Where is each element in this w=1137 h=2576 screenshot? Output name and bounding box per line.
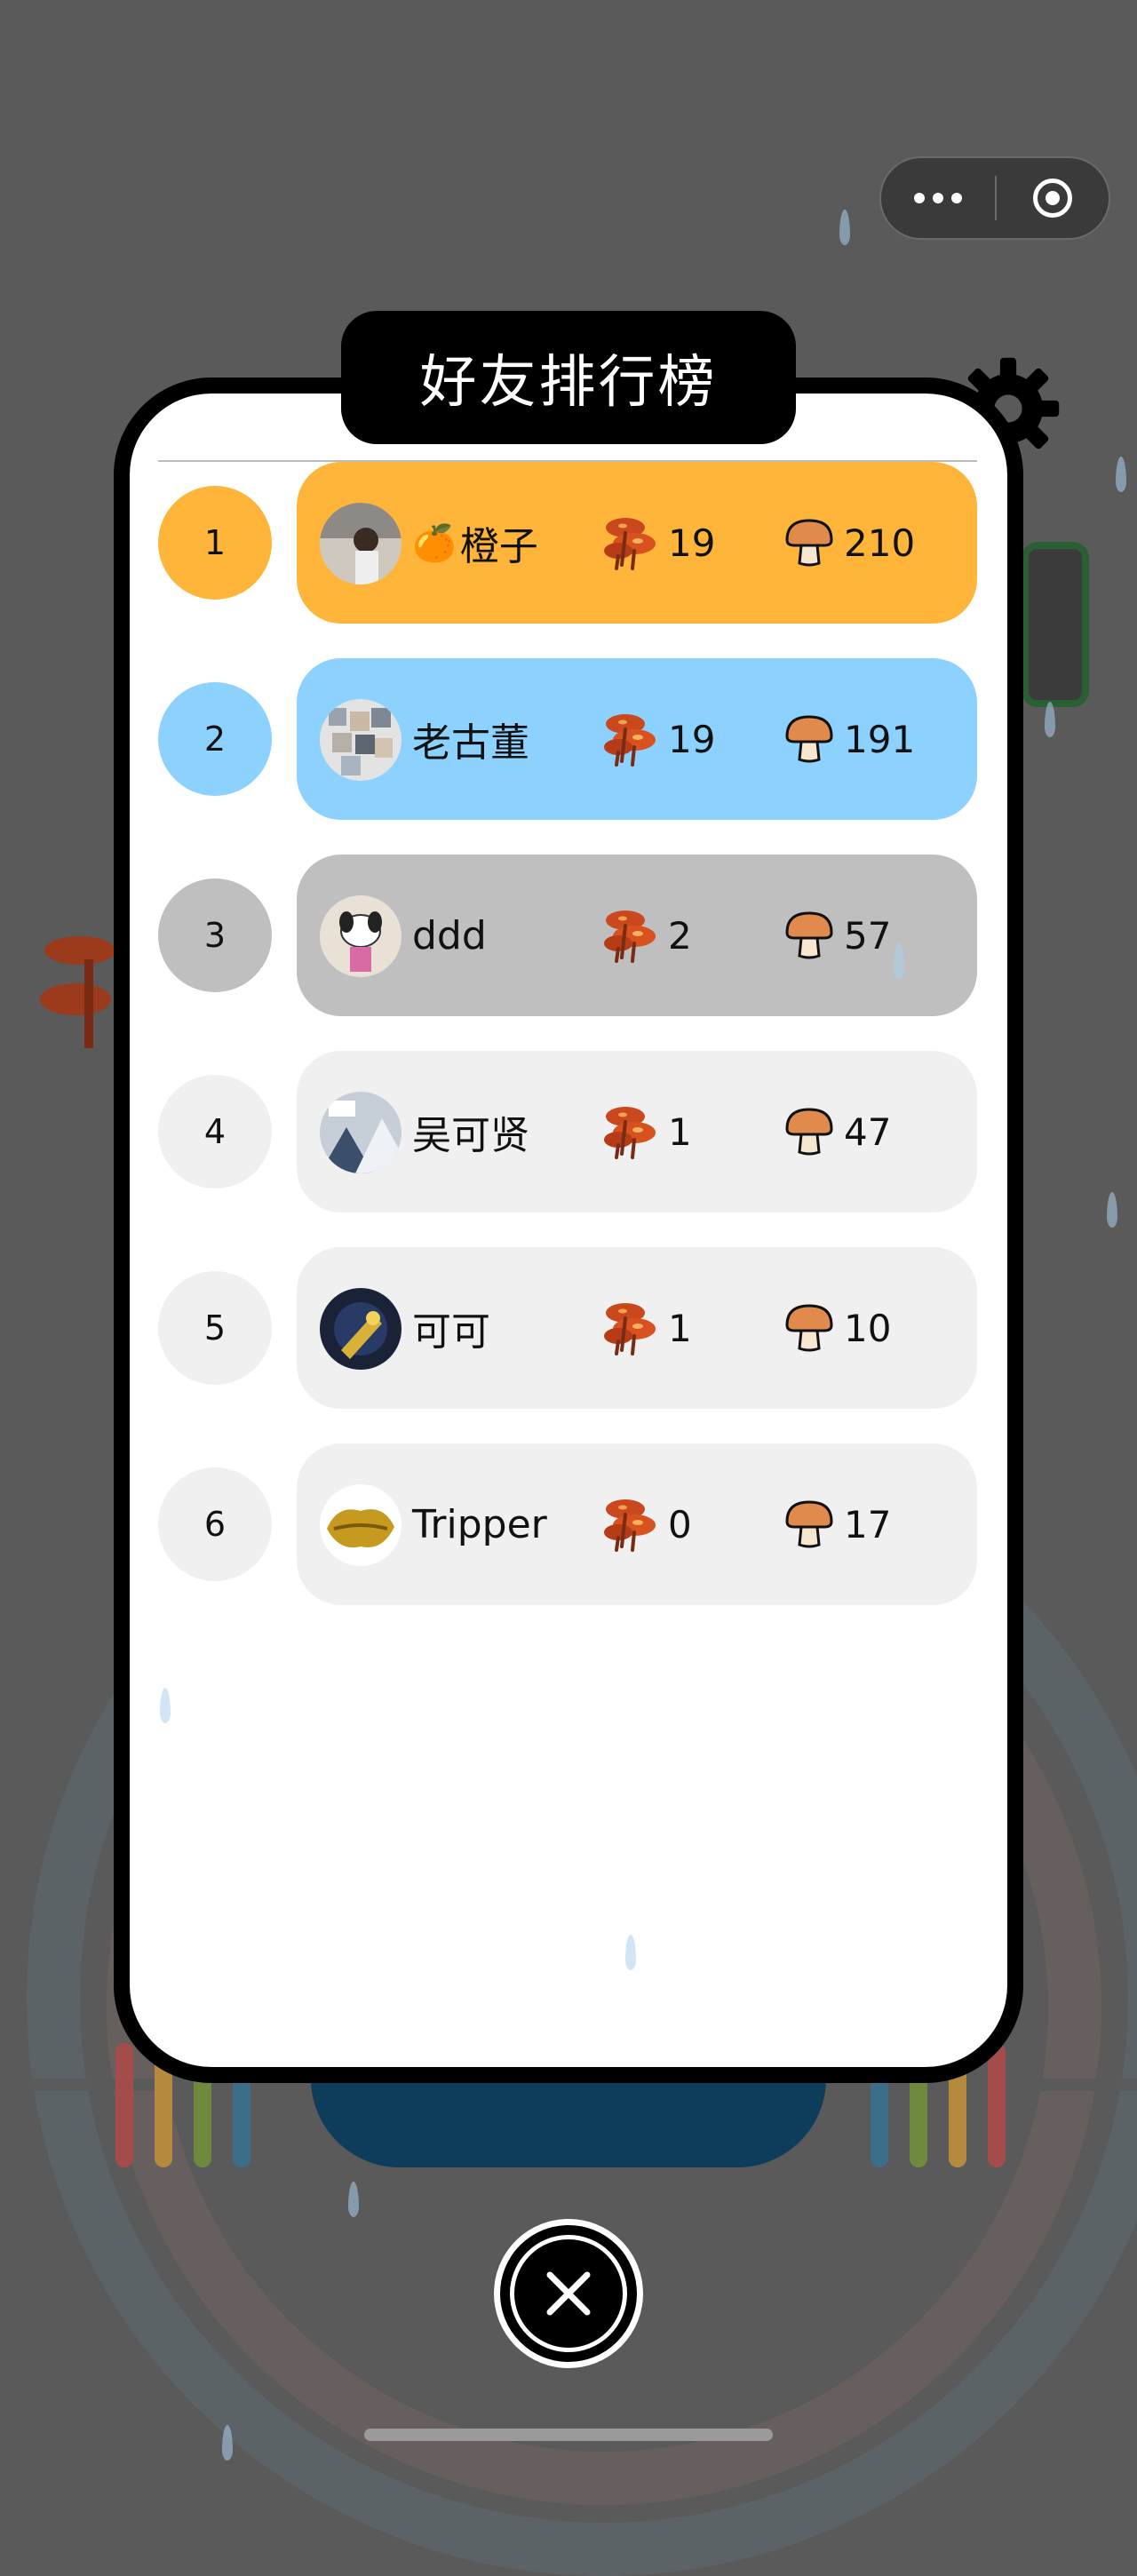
red-mushroom-value: 0 <box>668 1502 692 1546</box>
red-mushroom-count: 1 <box>599 1247 692 1409</box>
raindrop <box>1116 457 1126 492</box>
brown-mushroom-count: 17 <box>782 1443 891 1605</box>
avatar <box>320 895 402 977</box>
close-icon <box>546 2271 591 2316</box>
brown-mushroom-count: 10 <box>782 1247 891 1409</box>
home-indicator <box>364 2429 773 2441</box>
player-name: 老古董 <box>412 658 529 820</box>
player-name: ddd <box>412 855 487 1016</box>
brown-mushroom-value: 210 <box>844 521 916 565</box>
rank-badge: 2 <box>158 682 272 796</box>
target-icon[interactable] <box>997 179 1109 218</box>
brown-mushroom-value: 10 <box>844 1306 892 1350</box>
rank-badge: 6 <box>158 1467 272 1581</box>
brown-mushroom-value: 17 <box>844 1502 892 1546</box>
player-card[interactable]: ddd 2 57 <box>297 855 977 1016</box>
raindrop <box>222 2425 233 2461</box>
player-name: Tripper <box>412 1443 547 1605</box>
red-mushroom-icon <box>599 904 661 966</box>
brown-mushroom-icon <box>782 712 837 767</box>
raindrop <box>1045 702 1055 737</box>
red-mushroom-value: 19 <box>668 521 716 565</box>
brown-mushroom-count: 191 <box>782 658 915 820</box>
rank-badge: 5 <box>158 1271 272 1385</box>
red-mushroom-value: 1 <box>668 1109 692 1154</box>
brown-mushroom-icon <box>782 515 837 570</box>
player-name-text: ddd <box>412 912 487 958</box>
player-name-text: 橙子 <box>459 524 538 569</box>
brown-mushroom-value: 47 <box>844 1109 892 1154</box>
leaderboard-panel <box>114 378 1023 2083</box>
miniprogram-capsule <box>879 156 1110 240</box>
close-button[interactable] <box>494 2219 643 2368</box>
red-mushroom-icon <box>599 1493 661 1555</box>
leaderboard-panel-body <box>130 394 1007 2067</box>
avatar <box>320 1092 402 1173</box>
leaderboard-row[interactable]: 5 可可 1 10 <box>158 1247 977 1409</box>
brown-mushroom-icon <box>782 908 837 963</box>
avatar <box>320 503 402 584</box>
red-mushroom-count: 0 <box>599 1443 692 1605</box>
avatar <box>320 699 402 781</box>
brown-mushroom-icon <box>782 1104 837 1159</box>
red-mushroom-value: 19 <box>668 717 716 761</box>
avatar <box>320 1484 402 1566</box>
brown-mushroom-icon <box>782 1497 837 1552</box>
raindrop <box>1107 1192 1117 1228</box>
player-card[interactable]: 老古董 19 191 <box>297 658 977 820</box>
red-mushroom-icon <box>599 512 661 574</box>
avatar <box>320 1288 402 1370</box>
more-dots-icon[interactable] <box>881 193 995 203</box>
rank-badge: 4 <box>158 1075 272 1189</box>
brown-mushroom-count: 47 <box>782 1051 891 1212</box>
player-name: 吴可贤 <box>412 1051 529 1212</box>
red-mushroom-icon <box>599 1101 661 1163</box>
player-name-text: 老古董 <box>412 720 529 766</box>
rank-badge: 1 <box>158 486 272 600</box>
raindrop <box>348 2182 359 2217</box>
red-mushroom-icon <box>599 1297 661 1359</box>
leaderboard-row[interactable]: 6 Tripper 0 17 <box>158 1443 977 1605</box>
brown-mushroom-count: 57 <box>782 855 891 1016</box>
brown-mushroom-count: 210 <box>782 462 915 624</box>
red-mushroom-value: 2 <box>668 913 692 958</box>
brown-mushroom-icon <box>782 1300 837 1356</box>
red-mushroom-count: 19 <box>599 462 715 624</box>
raindrop <box>839 210 850 245</box>
player-card[interactable]: 吴可贤 1 47 <box>297 1051 977 1212</box>
leaderboard-row[interactable]: 2 老古董 19 191 <box>158 658 977 820</box>
orange-emoji-icon: 🍊 <box>412 522 457 564</box>
player-name-text: 可可 <box>412 1309 490 1355</box>
page-title: 好友排行榜 <box>341 311 796 444</box>
brown-mushroom-value: 57 <box>844 913 892 958</box>
background-rainbow-bar <box>988 2043 1006 2167</box>
player-name: 可可 <box>412 1247 490 1409</box>
player-name: 🍊 橙子 <box>412 462 538 624</box>
red-mushroom-value: 1 <box>668 1306 692 1350</box>
background-rainbow-bar <box>115 2043 133 2167</box>
player-name-text: 吴可贤 <box>412 1113 529 1158</box>
leaderboard-row[interactable]: 1 🍊 橙子 19 210 <box>158 462 977 624</box>
red-mushroom-icon <box>599 708 661 770</box>
red-mushroom-count: 2 <box>599 855 692 1016</box>
red-mushroom-count: 19 <box>599 658 715 820</box>
leaderboard-row[interactable]: 4 吴可贤 1 47 <box>158 1051 977 1212</box>
brown-mushroom-value: 191 <box>844 717 916 761</box>
background-qr-icon <box>1022 542 1089 707</box>
player-name-text: Tripper <box>412 1501 547 1547</box>
leaderboard-row[interactable]: 3 ddd 2 57 <box>158 855 977 1016</box>
rank-badge: 3 <box>158 879 272 992</box>
red-mushroom-count: 1 <box>599 1051 692 1212</box>
player-card[interactable]: 可可 1 10 <box>297 1247 977 1409</box>
background-mushroom-icon <box>40 936 115 1048</box>
player-card[interactable]: Tripper 0 17 <box>297 1443 977 1605</box>
player-card[interactable]: 🍊 橙子 19 210 <box>297 462 977 624</box>
